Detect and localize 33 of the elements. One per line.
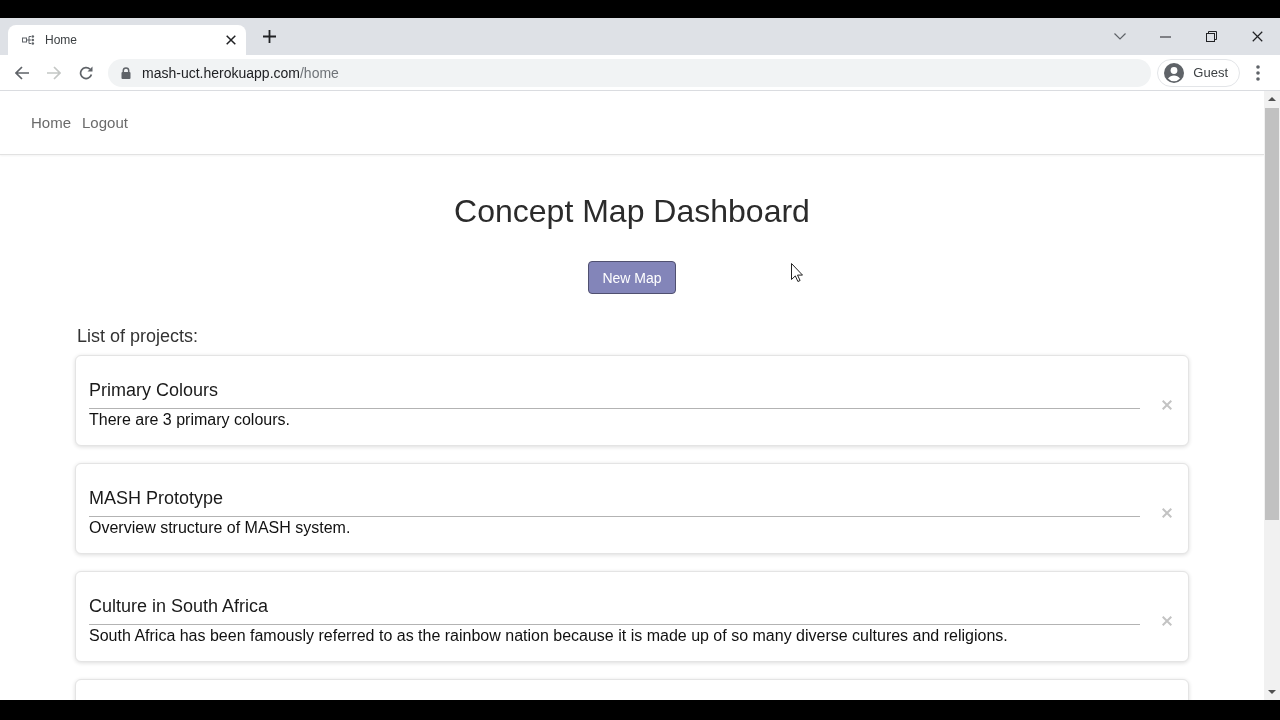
close-icon[interactable] xyxy=(1251,31,1263,42)
project-description: South Africa has been famously referred to as the rainbow nation because it is made up of so many diverse cultures and religions. xyxy=(89,626,1009,646)
project-title: Culture in South Africa xyxy=(89,595,1140,625)
profile-button[interactable]: Guest xyxy=(1157,58,1240,87)
project-title: MASH Prototype xyxy=(89,487,1140,517)
menu-icon[interactable] xyxy=(1256,64,1260,81)
back-arrow-icon[interactable] xyxy=(15,65,29,80)
scroll-up-icon[interactable] xyxy=(1268,97,1276,101)
project-card[interactable]: MASH Prototype Overview structure of MASH system. xyxy=(75,463,1189,554)
avatar-icon[interactable] xyxy=(1164,62,1185,83)
url-text: mash-uct.herokuapp.com/home xyxy=(142,64,339,81)
address-field[interactable]: mash-uct.herokuapp.com/home xyxy=(108,58,1152,87)
diagram-icon xyxy=(22,35,35,45)
scrollbar-track[interactable] xyxy=(1264,91,1280,700)
project-card[interactable]: Primary Colours There are 3 primary colours. xyxy=(75,355,1189,446)
chevron-down-icon[interactable] xyxy=(1114,33,1126,40)
reload-icon[interactable] xyxy=(79,65,93,80)
nav-link[interactable]: Logout xyxy=(82,114,128,131)
restore-icon[interactable] xyxy=(1205,31,1217,42)
scroll-down-icon[interactable] xyxy=(1268,690,1276,694)
project-description: There are 3 primary colours. xyxy=(89,410,291,430)
plus-icon[interactable] xyxy=(262,30,276,43)
lock-icon xyxy=(121,66,131,79)
mouse-cursor-icon xyxy=(791,263,803,282)
minimize-icon[interactable] xyxy=(1159,35,1171,38)
scrollbar-thumb[interactable] xyxy=(1265,108,1279,520)
nav-link[interactable]: Home xyxy=(31,114,71,131)
project-description: Overview structure of MASH system. xyxy=(89,518,352,538)
page-title: Concept Map Dashboard xyxy=(453,192,811,230)
project-title: Primary Colours xyxy=(89,379,1140,409)
browser-tab[interactable]: Home xyxy=(8,25,246,55)
list-heading: List of projects: xyxy=(77,325,200,347)
project-card[interactable]: Culture in South Africa South Africa has been famously referred to as the rainbow nation because it is made up of so many diverse cultures and religions. xyxy=(75,571,1189,662)
